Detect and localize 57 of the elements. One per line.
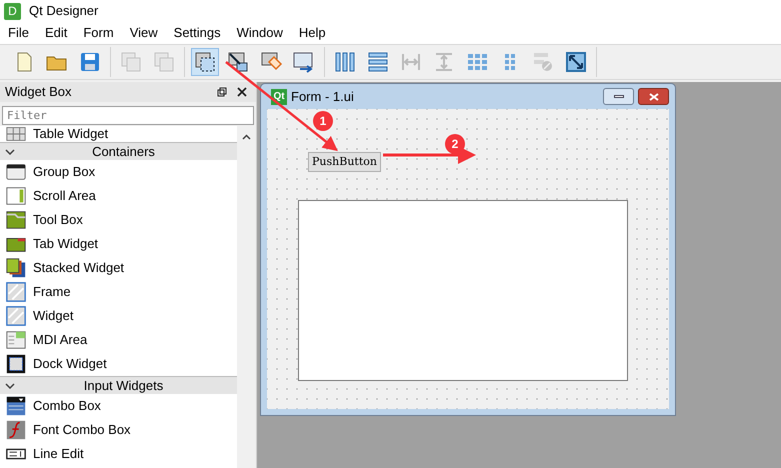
menu-item[interactable]: Edit <box>36 23 76 43</box>
stacked-pages-icon <box>5 257 27 279</box>
panel-title: Widget Box <box>5 83 72 102</box>
widget-item[interactable]: Table Widget <box>0 126 237 142</box>
scrollbar-icon <box>5 185 27 207</box>
stacked-squares-icon <box>152 50 176 74</box>
widget-item[interactable]: Font Combo Box <box>0 418 237 442</box>
script-f-icon <box>5 419 27 441</box>
chevron-down-icon <box>5 382 15 388</box>
toolbar-button[interactable] <box>191 48 219 76</box>
menu-item[interactable]: Form <box>75 23 122 43</box>
widget-item[interactable]: Widget <box>0 304 237 328</box>
category-header[interactable]: Input Widgets <box>0 376 237 394</box>
float-icon[interactable] <box>217 87 227 97</box>
hatched-square-icon <box>5 305 27 327</box>
chevron-down-icon <box>5 148 15 154</box>
folder-icon <box>5 209 27 231</box>
close-icon[interactable] <box>237 87 247 97</box>
minimize-button[interactable] <box>603 88 634 105</box>
filter-field[interactable]: Filter <box>2 106 254 125</box>
widget-item[interactable]: Dock Widget <box>0 352 237 376</box>
menu-item[interactable]: View <box>122 23 166 43</box>
widget-item[interactable]: Combo Box <box>0 394 237 418</box>
push-button[interactable]: PushButton <box>308 152 381 172</box>
category-label: Input Widgets <box>82 376 164 395</box>
form-title: Form - 1.ui <box>291 88 355 106</box>
widget-item[interactable]: Frame <box>0 280 237 304</box>
window-title: Qt Designer <box>29 2 98 20</box>
window-icon <box>5 161 27 183</box>
stacked-squares-icon <box>119 50 143 74</box>
widget-item[interactable]: Stacked Widget <box>0 256 237 280</box>
split-panel-icon <box>5 329 27 351</box>
close-button[interactable] <box>638 88 669 105</box>
menu-item[interactable]: Window <box>228 23 291 43</box>
selection-icon <box>193 50 217 74</box>
hatched-square-icon <box>5 281 27 303</box>
widget-item[interactable]: Tool Box <box>0 208 237 232</box>
scroll-up-icon[interactable] <box>242 134 251 140</box>
rows-icon <box>366 50 390 74</box>
category-header[interactable]: Containers <box>0 142 237 160</box>
widget-item[interactable]: Group Box <box>0 160 237 184</box>
menu-item[interactable]: File <box>0 23 37 43</box>
blocked-layout-icon <box>531 50 555 74</box>
widget-item[interactable]: Scroll Area <box>0 184 237 208</box>
app-logo: D <box>4 2 21 20</box>
widget-item[interactable]: MDI Area <box>0 328 237 352</box>
close-icon <box>648 92 658 100</box>
qt-logo: Qt <box>271 88 287 104</box>
widget-item[interactable]: Tab Widget <box>0 232 237 256</box>
category-label: Containers <box>91 142 156 161</box>
dashed-square-icon <box>5 353 27 375</box>
menu-item[interactable]: Settings <box>166 23 229 43</box>
menu-item[interactable]: Help <box>290 23 334 43</box>
columns-icon <box>333 50 357 74</box>
dropdown-icon <box>5 395 27 417</box>
widget-item[interactable]: Line Edit <box>0 442 237 466</box>
arrow-window-icon <box>226 50 250 74</box>
